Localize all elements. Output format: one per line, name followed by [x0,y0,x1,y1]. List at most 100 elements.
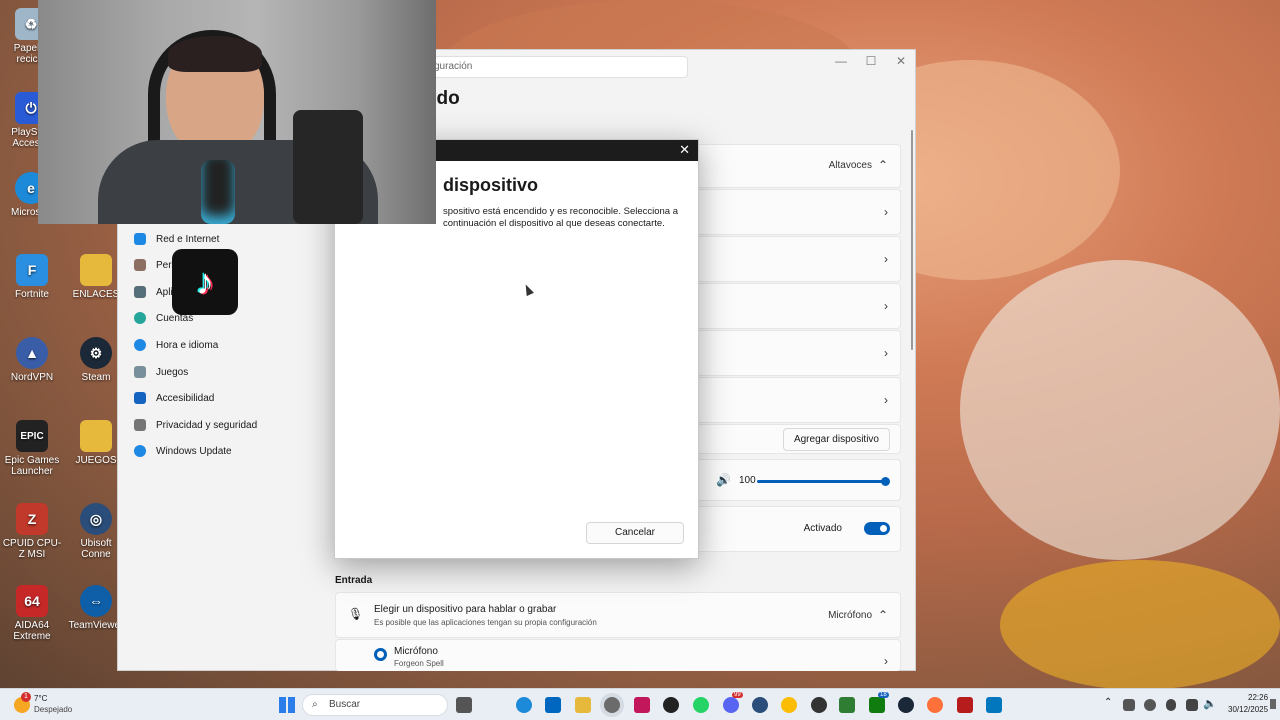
tray-icon[interactable] [1144,699,1156,711]
sidebar-item-label: Privacidad y seguridad [156,419,258,431]
sidebar-item-label: Juegos [156,366,189,378]
microphone-sub: Forgeon Spell [394,659,444,668]
toggle-switch[interactable] [864,522,890,535]
firefox-icon[interactable] [927,697,943,713]
taskbar-search[interactable]: ⌕ Buscar [302,694,448,716]
close-icon[interactable]: ✕ [679,142,690,158]
settings-search-input[interactable]: figuración [418,56,688,78]
input-device-subtitle: Es posible que las aplicaciones tengan s… [374,618,597,627]
sidebar-item-network[interactable]: Red e Internet [134,228,219,250]
desktop-icon-label: JUEGOS [75,455,117,466]
input-section-title: Entrada [335,575,373,586]
folder-icon [80,420,112,452]
cpuz-icon: Z [16,503,48,535]
close-icon[interactable]: ✕ [886,54,916,68]
tray-icon[interactable] [1123,699,1135,711]
desktop-icon-fortnite[interactable]: F Fortnite [1,254,63,300]
input-device-value: Micrófono [828,610,872,621]
wallpaper-highlight [1000,560,1280,690]
toggle-knob [880,525,887,532]
sidebar-item-privacy[interactable]: Privacidad y seguridad [134,414,257,436]
file-explorer-icon[interactable] [575,697,591,713]
cancel-button[interactable]: Cancelar [586,522,684,544]
dialog-title: dispositivo [443,175,539,195]
ubisoft-icon: ◎ [80,503,112,535]
settings-icon[interactable] [604,697,620,713]
chevron-right-icon: › [884,393,888,407]
taskbar-search-label: Buscar [329,699,361,710]
chair [293,110,363,224]
minimize-icon[interactable]: — [826,54,856,68]
steam-icon: ⚙ [80,337,112,369]
volume-icon[interactable]: 🔈 [1203,697,1217,710]
scrollbar[interactable] [911,130,913,350]
microphone-icon: 🎙 [348,607,364,621]
microphone-row[interactable]: Micrófono Forgeon Spell › [335,639,901,671]
output-device-value: Altavoces [828,160,872,171]
xbox-badge: 18 [878,692,889,698]
input-device-title: Elegir un dispositivo para hablar o grab… [374,604,557,615]
xbox-icon[interactable] [869,697,885,713]
microphone-icon[interactable] [1166,699,1176,711]
refresh-icon [134,445,146,457]
clock-time[interactable]: 22:26 [1248,693,1268,702]
steam-icon[interactable] [898,697,914,713]
ubisoft-icon[interactable] [752,697,768,713]
person-hair [168,36,262,72]
webcam-overlay [38,0,436,224]
sidebar-item-time-language[interactable]: Hora e idioma [134,334,218,356]
nvidia-icon[interactable] [839,697,855,713]
windows-start-icon[interactable] [279,697,295,713]
sidebar-item-label: Accesibilidad [156,392,215,404]
volume-icon[interactable]: 🔊 [716,473,731,487]
weather-badge: 1 [21,692,31,702]
desktop-icon-label: TeamViewer [68,620,124,631]
maximize-icon[interactable]: ☐ [856,54,886,68]
task-view-icon[interactable] [456,697,472,713]
sidebar-item-windows-update[interactable]: Windows Update [134,440,232,462]
sidebar-item-label: Red e Internet [156,233,220,245]
chevron-right-icon: › [884,299,888,313]
clock-date[interactable]: 30/12/2025 [1228,705,1268,714]
weather-desc: Despejado [34,705,73,714]
app-icon[interactable] [811,697,827,713]
discord-icon[interactable] [723,697,739,713]
weather-temp: 7°C [34,694,48,703]
toggle-label: Activado [803,523,842,534]
volume-slider-thumb[interactable] [881,477,890,486]
desktop-icon-aida64[interactable]: 64 AIDA64 Extreme [1,585,63,642]
notification-icon[interactable] [1270,699,1276,709]
capture-icon[interactable] [634,697,650,713]
desktop-icon-label: Ubisoft Conne [80,538,112,560]
app-icon[interactable] [986,697,1002,713]
sidebar-item-accessibility[interactable]: Accesibilidad [134,387,214,409]
chevron-up-icon[interactable]: ⌃ [1104,697,1112,708]
chevron-right-icon: › [884,205,888,219]
epic-games-icon: EPIC [16,420,48,452]
whatsapp-icon[interactable] [693,697,709,713]
desktop-icon-label: Fortnite [15,289,49,300]
sidebar-item-personalization[interactable]: Pers [134,254,177,276]
shield-icon [134,419,146,431]
edge-icon[interactable] [516,697,532,713]
volume-slider[interactable] [757,480,885,483]
chevron-right-icon: › [884,252,888,266]
account-icon [134,312,146,324]
discord-badge: 99 [732,692,743,698]
search-icon: ⌕ [312,699,318,710]
desktop-icon-cpuz[interactable]: Z CPUID CPU-Z MSI [1,503,63,560]
radio-selected-icon[interactable] [374,648,387,661]
input-device-card[interactable]: 🎙 Elegir un dispositivo para hablar o gr… [335,592,901,638]
sidebar-item-gaming[interactable]: Juegos [134,361,188,383]
fortnite-icon: F [16,254,48,286]
app-icon[interactable] [957,697,973,713]
add-device-button[interactable]: Agregar dispositivo [782,428,890,451]
chrome-icon[interactable] [781,697,797,713]
network-icon[interactable] [1186,699,1198,711]
desktop-icon-epic[interactable]: EPIC Epic Games Launcher [1,420,63,477]
chevron-up-icon: ⌃ [877,608,888,622]
desktop-icon-label: CPUID CPU-Z MSI [2,538,62,560]
desktop-icon-nordvpn[interactable]: ▲ NordVPN [1,337,63,383]
store-icon[interactable] [545,697,561,713]
chatgpt-icon[interactable] [663,697,679,713]
